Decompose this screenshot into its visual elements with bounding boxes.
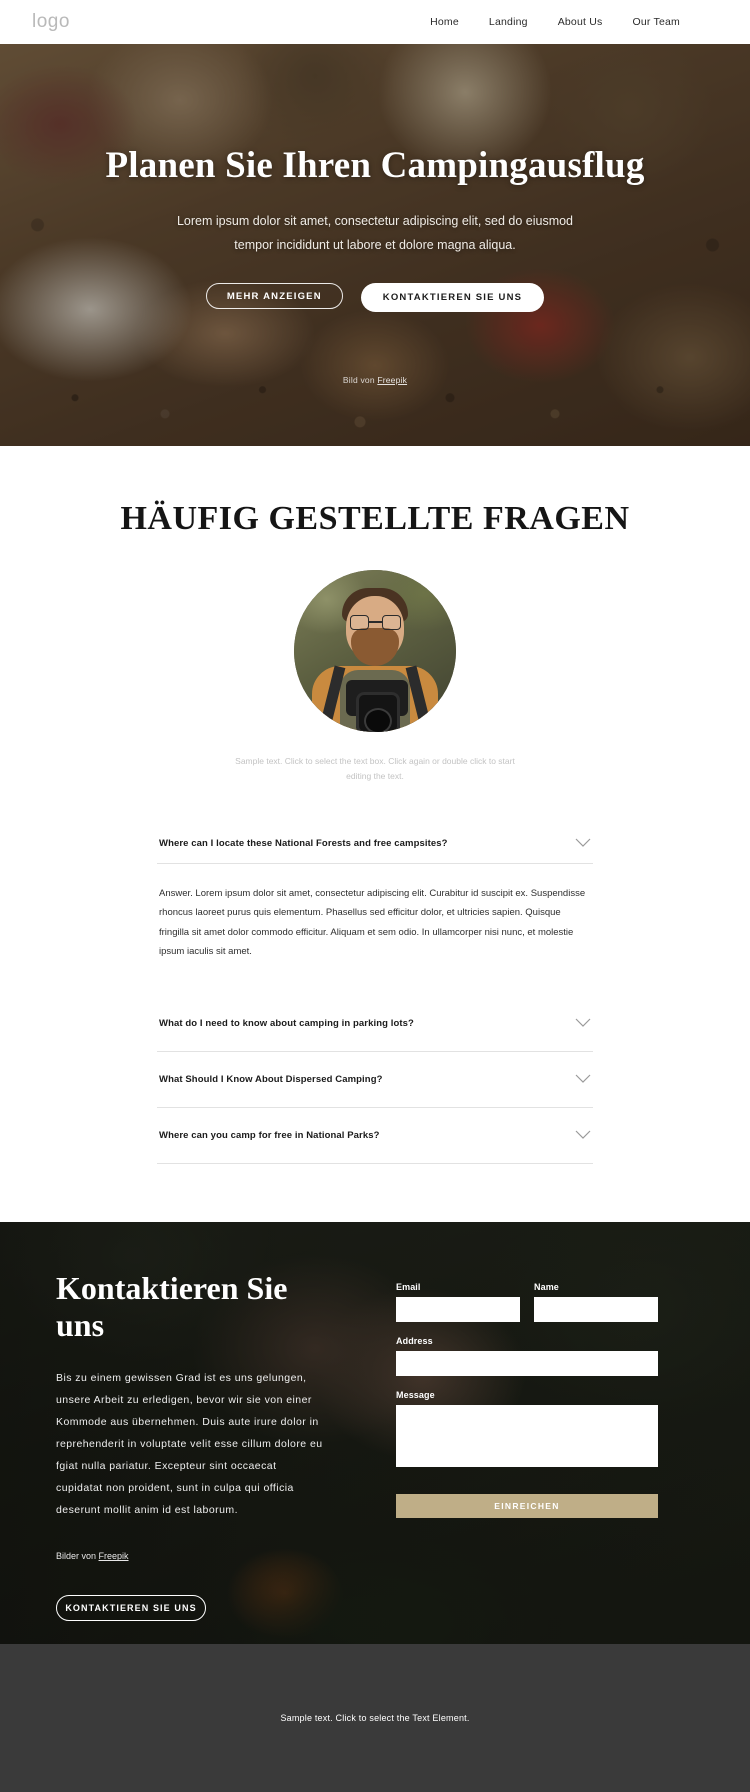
- site-footer: Sample text. Click to select the Text El…: [0, 1643, 750, 1792]
- hero-button-group: MEHR ANZEIGEN KONTAKTIEREN SIE UNS: [0, 283, 750, 313]
- email-label: Email: [396, 1281, 421, 1292]
- faq-question-text: Where can you camp for free in National …: [159, 1129, 380, 1141]
- contact-title: Kontaktieren Sie uns: [56, 1269, 288, 1344]
- contact-form: Email Name Address Message EINREICHEN: [396, 1270, 658, 1622]
- nav-item-home[interactable]: Home: [430, 16, 459, 28]
- email-input[interactable]: [396, 1296, 520, 1322]
- logo[interactable]: logo: [32, 11, 70, 33]
- contact-credit-prefix: Bilder von: [56, 1551, 99, 1562]
- nav-item-our-team[interactable]: Our Team: [632, 16, 680, 28]
- address-field-group: Address: [396, 1336, 658, 1376]
- faq-answer-text: Answer. Lorem ipsum dolor sit amet, cons…: [159, 887, 586, 958]
- hero-title: Planen Sie Ihren Campingausflug: [105, 145, 645, 186]
- avatar-caption: Sample text. Click to select the text bo…: [235, 756, 515, 781]
- faq-question-row[interactable]: What do I need to know about camping in …: [157, 996, 593, 1052]
- name-label: Name: [534, 1281, 559, 1292]
- contact-image-credit: Bilder von Freepik: [56, 1551, 356, 1561]
- faq-section: HÄUFIG GESTELLTE FRAGEN Sample text. Cli…: [0, 446, 750, 1222]
- avatar: [294, 570, 456, 732]
- message-field-group: Message: [396, 1390, 658, 1472]
- faq-question-text: What do I need to know about camping in …: [159, 1017, 414, 1029]
- avatar-container: [0, 570, 750, 732]
- faq-question-row[interactable]: Where can you camp for free in National …: [157, 1108, 593, 1164]
- chevron-down-icon[interactable]: [575, 1018, 591, 1028]
- nav-item-landing[interactable]: Landing: [489, 16, 528, 28]
- avatar-glasses-left: [350, 615, 369, 630]
- camera-lens-glass-icon: [364, 708, 392, 732]
- name-field-group: Name: [534, 1282, 658, 1322]
- email-field-group: Email: [396, 1282, 520, 1322]
- contact-info-column: Kontaktieren Sie uns Bis zu einem gewiss…: [56, 1270, 356, 1622]
- faq-item: What do I need to know about camping in …: [157, 996, 593, 1052]
- avatar-glasses-bridge: [369, 621, 382, 623]
- hero-image-credit: Bild von Freepik: [0, 375, 750, 385]
- chevron-down-icon[interactable]: [575, 1074, 591, 1084]
- address-input[interactable]: [396, 1350, 658, 1376]
- hero-show-more-button[interactable]: MEHR ANZEIGEN: [205, 283, 343, 310]
- contact-body-text: Bis zu einem gewissen Grad ist es uns ge…: [56, 1372, 323, 1517]
- message-label: Message: [396, 1389, 435, 1400]
- nav-item-about-us[interactable]: About Us: [558, 16, 603, 28]
- faq-item: Where can I locate these National Forest…: [157, 824, 593, 996]
- page-root: logo Home Landing About Us Our Team Plan…: [0, 0, 750, 1792]
- contact-us-button[interactable]: KONTAKTIEREN SIE UNS: [56, 1595, 206, 1622]
- chevron-down-icon[interactable]: [575, 838, 591, 848]
- site-header: logo Home Landing About Us Our Team: [0, 0, 750, 44]
- submit-button[interactable]: EINREICHEN: [396, 1493, 658, 1518]
- faq-list: Where can I locate these National Forest…: [157, 824, 593, 1164]
- footer-text: Sample text. Click to select the Text El…: [280, 1712, 470, 1723]
- main-navigation: Home Landing About Us Our Team: [430, 16, 718, 28]
- hero-credit-link[interactable]: Freepik: [377, 375, 407, 385]
- faq-item: Where can you camp for free in National …: [157, 1108, 593, 1164]
- chevron-down-icon[interactable]: [575, 1130, 591, 1140]
- faq-item: What Should I Know About Dispersed Campi…: [157, 1052, 593, 1108]
- name-input[interactable]: [534, 1296, 658, 1322]
- avatar-glasses-right: [382, 615, 401, 630]
- hero-section: Planen Sie Ihren Campingausflug Lorem ip…: [0, 44, 750, 446]
- faq-question-text: What Should I Know About Dispersed Campi…: [159, 1073, 383, 1085]
- hero-contact-button[interactable]: KONTAKTIEREN SIE UNS: [360, 283, 545, 313]
- faq-title: HÄUFIG GESTELLTE FRAGEN: [120, 500, 630, 537]
- hero-subtitle: Lorem ipsum dolor sit amet, consectetur …: [176, 213, 574, 253]
- contact-credit-link[interactable]: Freepik: [99, 1551, 129, 1561]
- message-textarea[interactable]: [396, 1404, 658, 1467]
- hero-credit-prefix: Bild von: [342, 375, 378, 385]
- faq-question-text: Where can I locate these National Forest…: [159, 837, 448, 849]
- contact-section: Kontaktieren Sie uns Bis zu einem gewiss…: [0, 1221, 750, 1644]
- address-label: Address: [396, 1335, 433, 1346]
- faq-question-row[interactable]: Where can I locate these National Forest…: [157, 824, 593, 864]
- faq-question-row[interactable]: What Should I Know About Dispersed Campi…: [157, 1052, 593, 1108]
